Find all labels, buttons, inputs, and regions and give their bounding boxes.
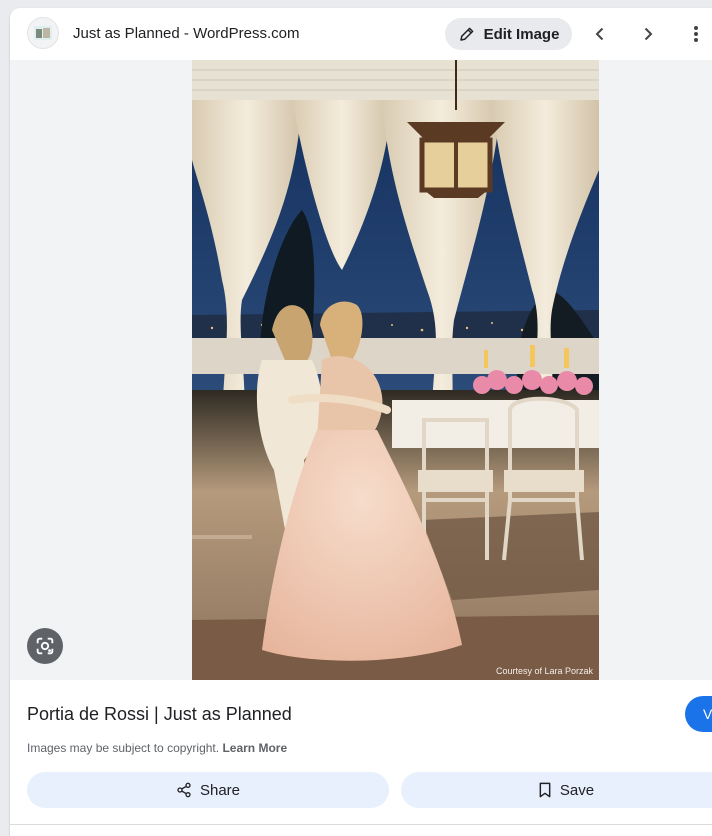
viewer-header: Just as Planned - WordPress.com Edit Ima… [10, 8, 712, 60]
bookmark-icon [539, 782, 551, 798]
copyright-notice: Images may be subject to copyright. Lear… [27, 741, 287, 755]
lens-icon [36, 637, 54, 655]
site-favicon[interactable] [27, 17, 59, 49]
share-icon [177, 782, 191, 798]
share-label: Share [199, 781, 241, 799]
chevron-right-icon [644, 27, 653, 41]
preview-image[interactable]: Courtesy of Lara Porzak [192, 60, 599, 680]
more-options-button[interactable] [682, 20, 710, 48]
photo-credit: Courtesy of Lara Porzak [495, 666, 593, 676]
image-preview-area: Courtesy of Lara Porzak [10, 60, 712, 680]
edit-image-button[interactable]: Edit Image [445, 18, 572, 50]
next-button[interactable] [634, 20, 662, 48]
save-label: Save [559, 781, 595, 799]
visit-button[interactable]: V [685, 696, 712, 732]
google-lens-button[interactable] [27, 628, 63, 664]
source-title[interactable]: Just as Planned - WordPress.com [73, 25, 299, 42]
share-button[interactable]: Share [27, 772, 389, 808]
previous-button[interactable] [586, 20, 614, 48]
site-favicon-icon [34, 26, 52, 40]
chevron-left-icon [595, 27, 604, 41]
image-title-link[interactable]: Portia de Rossi | Just as Planned [27, 704, 292, 725]
save-button[interactable]: Save [401, 772, 712, 808]
edit-image-label: Edit Image [483, 25, 560, 43]
more-vert-icon [694, 26, 698, 42]
pencil-icon [459, 27, 473, 41]
learn-more-link[interactable]: Learn More [222, 741, 287, 755]
copyright-text: Images may be subject to copyright. [27, 741, 220, 755]
image-viewer-panel: Just as Planned - WordPress.com Edit Ima… [10, 8, 712, 836]
bottom-divider [10, 824, 712, 825]
wedding-photo [192, 60, 599, 680]
